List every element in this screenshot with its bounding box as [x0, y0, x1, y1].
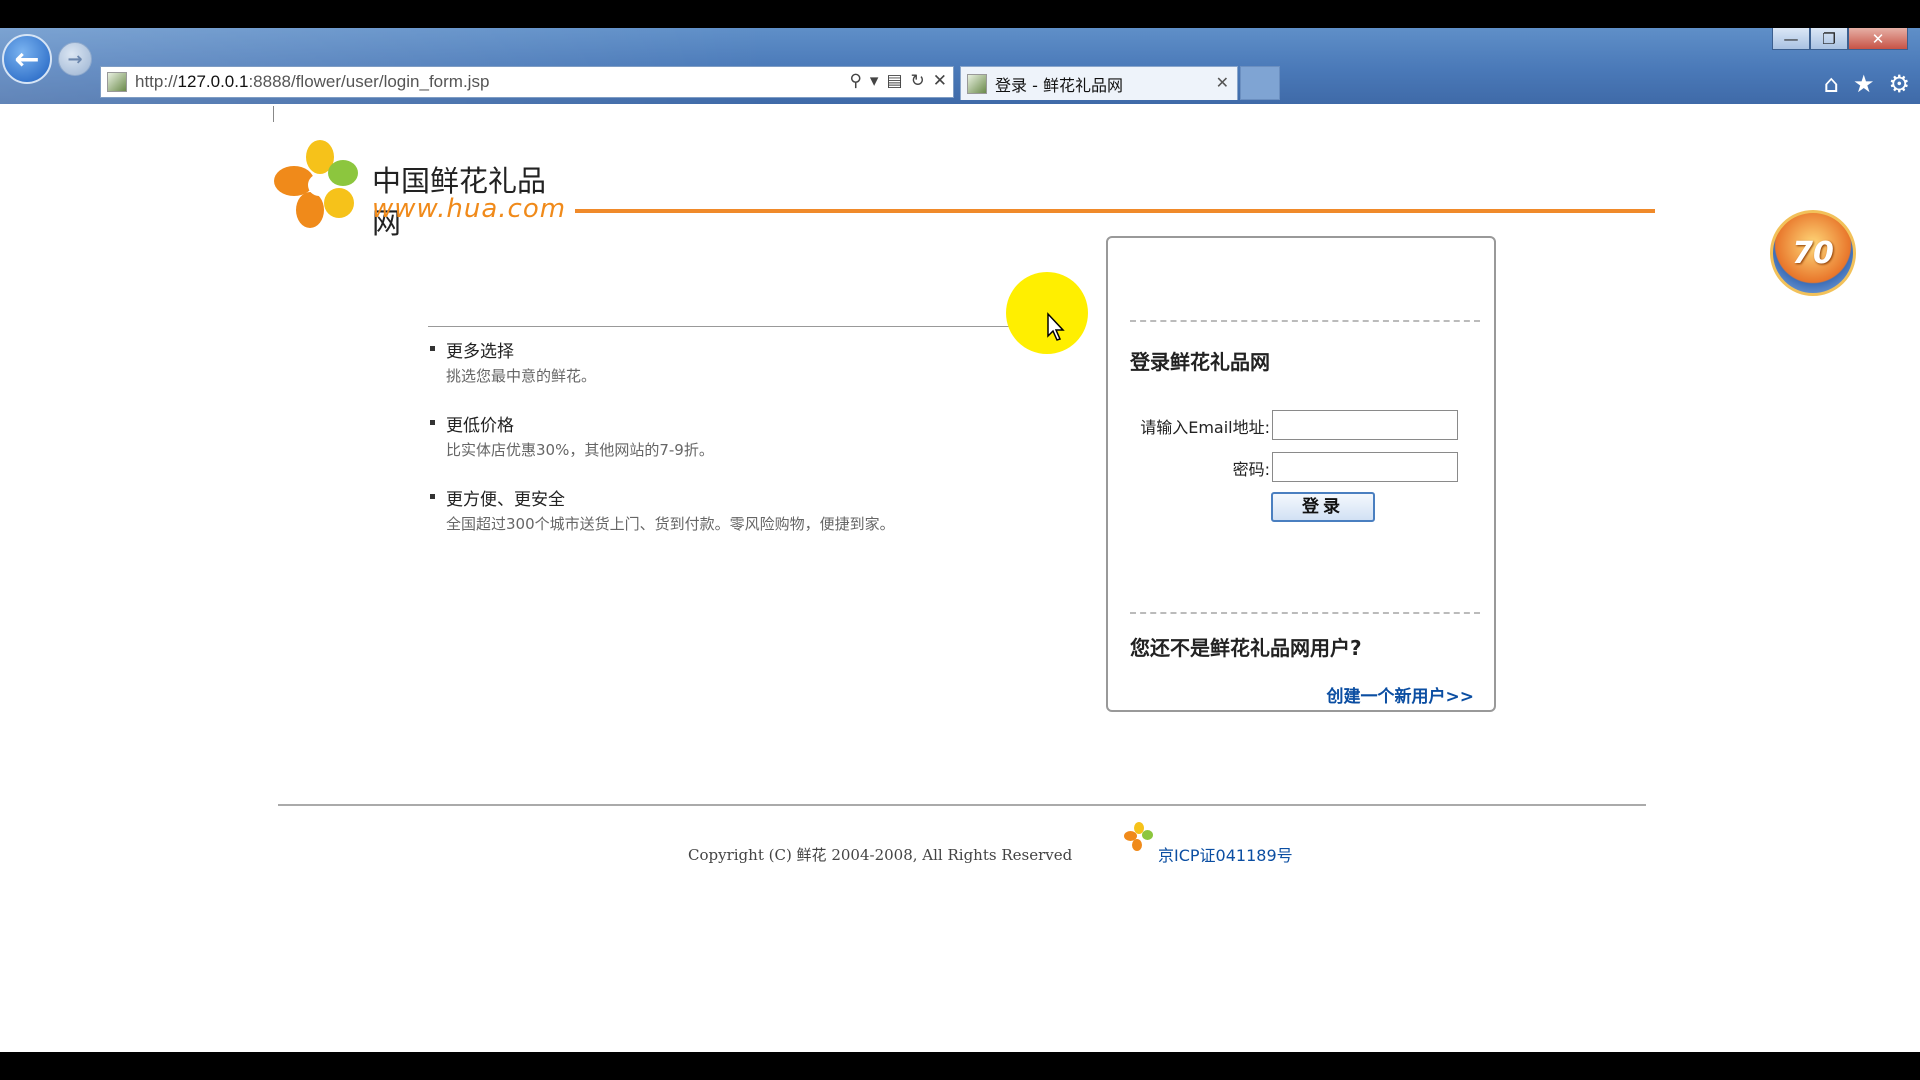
- url-path: :8888/flower/user/login_form.jsp: [248, 72, 490, 91]
- register-question: 您还不是鲜花礼品网用户?: [1130, 636, 1362, 660]
- url-scheme: http://: [135, 72, 178, 91]
- address-tools: ⚲ ▾ ▤ ↻ ✕: [849, 71, 947, 91]
- caret-line: [273, 106, 274, 122]
- mouse-cursor-icon: [1047, 312, 1065, 341]
- browser-right-tools: ⌂ ★ ⚙: [1824, 70, 1910, 98]
- feature-desc: 挑选您最中意的鲜花。: [446, 367, 597, 385]
- refresh-icon[interactable]: ↻: [911, 71, 925, 91]
- tab-favicon-icon: [967, 73, 987, 94]
- feature-desc: 比实体店优惠30%，其他网站的7-9折。: [446, 441, 714, 459]
- feature-title: 更低价格: [446, 416, 514, 436]
- email-row: 请输入Email地址:: [1130, 414, 1270, 438]
- tab-login[interactable]: 登录 - 鲜花礼品网 ✕: [960, 66, 1238, 100]
- feature-title: 更方便、更安全: [446, 490, 565, 510]
- search-icon[interactable]: ⚲: [849, 71, 861, 91]
- favorites-icon[interactable]: ★: [1853, 70, 1875, 98]
- icp-link[interactable]: 京ICP证041189号: [1158, 842, 1293, 866]
- header-divider: [575, 209, 1655, 213]
- features-divider: [428, 326, 1030, 327]
- password-row: 密码:: [1130, 456, 1270, 480]
- url-host: 127.0.0.1: [177, 72, 249, 91]
- register-link[interactable]: 创建一个新用户>>: [1327, 682, 1475, 707]
- window-controls: — ❐ ✕: [1772, 28, 1908, 50]
- password-label: 密码:: [1232, 460, 1270, 479]
- tools-icon[interactable]: ⚙: [1888, 70, 1910, 98]
- close-tab-icon[interactable]: ✕: [1216, 73, 1229, 92]
- flower-petal-icon: [328, 160, 358, 186]
- home-icon[interactable]: ⌂: [1824, 70, 1839, 98]
- logo-domain: www.hua.com: [372, 194, 567, 224]
- footer-flower-icon: [1124, 822, 1154, 852]
- feature-title: 更多选择: [446, 342, 514, 362]
- back-button[interactable]: ←: [2, 34, 52, 84]
- address-url[interactable]: http://127.0.0.1:8888/flower/user/login_…: [135, 72, 489, 92]
- email-field[interactable]: [1272, 410, 1458, 440]
- panel-divider: [1130, 612, 1480, 614]
- list-item: 更方便、更安全 全国超过300个城市送货上门、货到付款。零风险购物，便捷到家。: [428, 488, 968, 536]
- page-favicon-icon: [107, 72, 127, 92]
- address-bar[interactable]: http://127.0.0.1:8888/flower/user/login_…: [100, 66, 954, 98]
- forward-button[interactable]: →: [58, 42, 92, 76]
- tab-title: 登录 - 鲜花礼品网: [995, 75, 1123, 95]
- maximize-button[interactable]: ❐: [1810, 28, 1848, 50]
- feature-desc: 全国超过300个城市送货上门、货到付款。零风险购物，便捷到家。: [446, 515, 895, 533]
- bullet-icon: [430, 494, 435, 499]
- badge-value: 70: [1792, 235, 1834, 271]
- compat-icon[interactable]: ▤: [886, 71, 902, 91]
- bullet-icon: [430, 420, 435, 425]
- stop-icon[interactable]: ✕: [933, 71, 947, 91]
- flower-petal-icon: [324, 188, 354, 218]
- bullet-icon: [430, 346, 435, 351]
- email-label: 请输入Email地址:: [1140, 418, 1270, 437]
- password-field[interactable]: [1272, 452, 1458, 482]
- copyright-text: Copyright (C) 鲜花 2004-2008, All Rights R…: [688, 846, 1073, 864]
- minimize-button[interactable]: —: [1772, 28, 1810, 50]
- list-item: 更低价格 比实体店优惠30%，其他网站的7-9折。: [428, 414, 968, 462]
- flower-petal-icon: [296, 192, 324, 228]
- site-logo[interactable]: 中国鲜花礼品网 www.hua.com: [274, 140, 574, 240]
- footer-divider: [278, 804, 1646, 806]
- new-tab-button[interactable]: [1240, 66, 1280, 100]
- feature-list: 更多选择 挑选您最中意的鲜花。 更低价格 比实体店优惠30%，其他网站的7-9折…: [428, 340, 968, 562]
- login-button[interactable]: 登录: [1271, 492, 1375, 522]
- list-item: 更多选择 挑选您最中意的鲜花。: [428, 340, 968, 388]
- speed-badge-icon[interactable]: 70: [1770, 210, 1856, 296]
- login-panel: 登录鲜花礼品网 请输入Email地址: 密码: 登录 您还不是鲜花礼品网用户? …: [1106, 236, 1496, 712]
- page-content: 中国鲜花礼品网 www.hua.com 70 更多选择 挑选您最中意的鲜花。 更…: [0, 104, 1920, 1052]
- close-window-button[interactable]: ✕: [1848, 28, 1908, 50]
- login-title: 登录鲜花礼品网: [1130, 350, 1270, 374]
- flower-center-icon: [308, 174, 330, 196]
- dropdown-icon[interactable]: ▾: [870, 71, 879, 91]
- panel-divider: [1130, 320, 1480, 322]
